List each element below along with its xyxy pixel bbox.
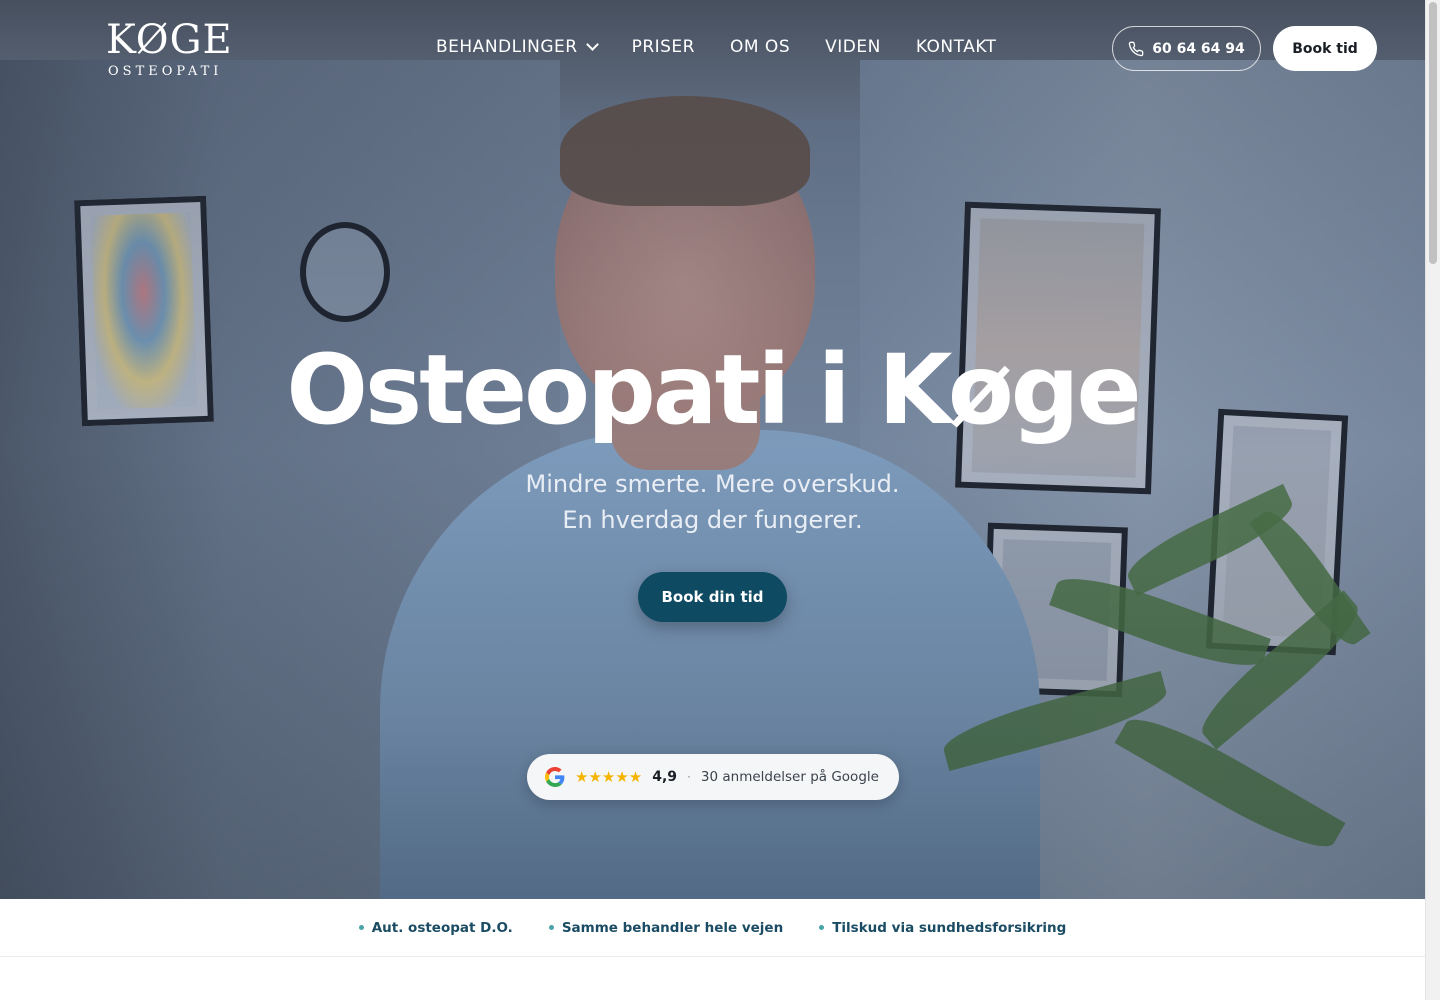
- trust-strip: Aut. osteopat D.O. Samme behandler hele …: [0, 899, 1425, 957]
- trust-item-label: Tilskud via sundhedsforsikring: [832, 919, 1067, 936]
- hero-subtitle: Mindre smerte. Mere overskud. En hverdag…: [0, 466, 1425, 538]
- phone-number: 60 64 64 94: [1152, 40, 1245, 57]
- hero-title: Osteopati i Køge: [286, 334, 1141, 446]
- hero-subtitle-line: En hverdag der fungerer.: [562, 506, 863, 534]
- trust-item: Tilskud via sundhedsforsikring: [819, 920, 1066, 936]
- nav-item-priser[interactable]: PRISER: [632, 36, 695, 58]
- phone-icon: [1128, 41, 1144, 56]
- rating-score: 4,9: [652, 769, 678, 785]
- bullet-dot-icon: [819, 925, 825, 930]
- nav-label: PRISER: [631, 37, 695, 57]
- bullet-dot-icon: [548, 925, 554, 930]
- nav-item-om-os[interactable]: OM OS: [730, 36, 790, 58]
- google-icon: [545, 767, 565, 787]
- separator-dot: ·: [687, 770, 691, 784]
- logo-sub-text: OSTEOPATI: [108, 64, 223, 79]
- trust-item: Aut. osteopat D.O.: [358, 919, 513, 936]
- nav-label: BEHANDLINGER: [436, 37, 578, 57]
- nav-item-behandlinger[interactable]: BEHANDLINGER: [436, 36, 599, 58]
- chevron-down-icon: [585, 38, 599, 51]
- nav-label: OM OS: [729, 37, 791, 57]
- phone-button[interactable]: 60 64 64 94: [1112, 26, 1261, 71]
- trust-item-label: Samme behandler hele vejen: [561, 919, 784, 936]
- book-cta-button[interactable]: Book din tid: [638, 572, 787, 622]
- google-rating-badge[interactable]: ★★★★★ 4,9 · 30 anmeldelser på Google: [527, 754, 899, 800]
- logo-main-text: KØGE: [106, 17, 233, 63]
- book-button[interactable]: Book tid: [1273, 26, 1377, 71]
- nav-label: VIDEN: [825, 37, 881, 57]
- main-nav: BEHANDLINGER PRISER OM OS VIDEN KONTAKT: [436, 36, 997, 58]
- site-logo[interactable]: KØGE OSTEOPATI: [106, 16, 236, 86]
- nav-item-kontakt[interactable]: KONTAKT: [916, 36, 997, 58]
- nav-item-viden[interactable]: VIDEN: [825, 36, 881, 58]
- bullet-dot-icon: [358, 925, 364, 930]
- review-count: 30 anmeldelser på Google: [700, 769, 879, 785]
- scrollbar-thumb[interactable]: [1429, 2, 1437, 264]
- rating-stars: ★★★★★: [575, 768, 643, 786]
- trust-item-label: Aut. osteopat D.O.: [371, 919, 513, 936]
- hero-subtitle-line: Mindre smerte. Mere overskud.: [525, 470, 900, 498]
- trust-item: Samme behandler hele vejen: [548, 919, 784, 936]
- page-scrollbar[interactable]: [1425, 0, 1440, 1000]
- nav-label: KONTAKT: [915, 37, 997, 57]
